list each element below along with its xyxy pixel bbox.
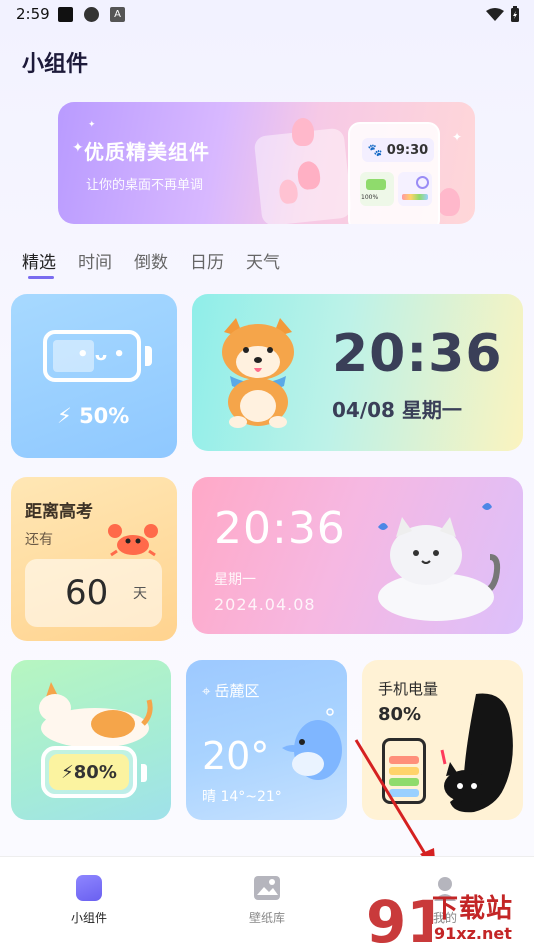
- exam-countdown-box: 60 天: [25, 559, 162, 627]
- phone-power-title: 手机电量: [378, 680, 439, 698]
- lightning-icon: ⚡: [57, 404, 72, 428]
- tab-featured[interactable]: 精选: [22, 248, 56, 273]
- sparkle-icon: ✦: [452, 130, 463, 144]
- battery-face-icon: • ᴗ •: [77, 344, 125, 365]
- notification-a-icon: A: [110, 7, 125, 22]
- weather-temperature: 20°: [202, 734, 270, 778]
- watermark-url: 91xz.net: [432, 924, 514, 943]
- mini-battery-icon: [366, 179, 386, 190]
- exam-countdown-unit: 天: [133, 586, 147, 602]
- exam-countdown-days: 60: [65, 573, 109, 613]
- nav-wallpapers-label: 壁纸库: [248, 911, 285, 925]
- page-title: 小组件: [22, 52, 89, 77]
- phone-power-percent: 80%: [378, 704, 422, 725]
- weather-location-text: 岳麓区: [214, 682, 260, 700]
- watermark-text: 下载站: [432, 894, 514, 924]
- shiba-dog-icon: [222, 318, 294, 428]
- tab-time[interactable]: 时间: [78, 248, 112, 273]
- tulip-icon: [438, 188, 460, 216]
- exam-countdown-widget-card[interactable]: 距离高考 还有 60 天: [11, 477, 177, 641]
- wifi-icon: [486, 7, 504, 21]
- cat-battery-outline: ⚡ 80%: [41, 746, 137, 798]
- battery-widget-card[interactable]: • ᴗ • ⚡ 50%: [11, 294, 177, 458]
- status-time: 2:59: [16, 5, 50, 23]
- tulip-icon: [278, 178, 299, 205]
- cat-battery-cap: [141, 764, 147, 782]
- ring-icon: [416, 176, 429, 189]
- sparkle-icon: ✦: [72, 140, 84, 156]
- widgets-icon: [76, 875, 102, 901]
- cat-clock-time: 20:36: [214, 503, 346, 554]
- status-bar: 2:59 A: [0, 0, 534, 30]
- banner-clock-time: 09:30: [386, 142, 429, 158]
- nav-widgets-label: 小组件: [70, 911, 107, 925]
- sleeping-cat-icon: [39, 682, 153, 748]
- weather-range: 晴 14°~21°: [202, 789, 282, 805]
- wallpaper-icon: [254, 876, 280, 900]
- cat-battery-percent: 80%: [73, 761, 117, 783]
- banner-battery-widget: 100%: [360, 172, 394, 206]
- shiba-clock-date: 04/08 星期一: [332, 398, 462, 422]
- tulip-icon: [292, 118, 314, 146]
- cat-battery-fill: ⚡ 80%: [49, 754, 129, 790]
- dolphin-icon: [282, 708, 342, 780]
- cat-battery-widget-card[interactable]: ⚡ 80%: [11, 660, 171, 820]
- banner-mini-widget: [398, 172, 432, 206]
- battery-percent: ⚡ 50%: [57, 404, 129, 428]
- color-bar-icon: [402, 194, 428, 200]
- shiba-clock-time: 20:36: [332, 324, 503, 384]
- weather-widget-card[interactable]: ⌖ 岳麓区 20° 晴 14°~21°: [186, 660, 347, 820]
- weather-location: ⌖ 岳麓区: [202, 680, 259, 701]
- battery-cap: [145, 346, 152, 366]
- annotation-arrow-icon: [354, 739, 436, 872]
- cat-clock-date: 2024.04.08: [214, 595, 316, 614]
- crab-icon: [108, 524, 158, 557]
- battery-status-icon: [511, 6, 519, 22]
- nav-widgets[interactable]: 小组件: [44, 875, 134, 926]
- banner-battery-text: 100%: [361, 194, 379, 201]
- sparkle-icon: ✦: [88, 120, 96, 130]
- notification-square-icon: [58, 7, 73, 22]
- cloud-cat-icon: [378, 503, 501, 621]
- status-right-icons: [486, 6, 520, 23]
- exam-countdown-title: 距离高考: [25, 502, 93, 522]
- banner-clock-widget: 🐾 09:30: [362, 138, 434, 162]
- tulip-icon: [296, 160, 322, 191]
- banner-subtitle: 让你的桌面不再单调: [86, 178, 204, 193]
- exam-countdown-sub: 还有: [25, 532, 53, 548]
- cat-clock-widget-card[interactable]: 20:36 星期一 2024.04.08: [192, 477, 523, 634]
- cat-clock-weekday: 星期一: [214, 572, 256, 588]
- shiba-clock-widget-card[interactable]: 20:36 04/08 星期一: [192, 294, 523, 451]
- paw-icon: 🐾: [367, 143, 383, 157]
- tab-countdown[interactable]: 倒数: [134, 248, 168, 273]
- category-tabs: 精选 时间 倒数 日历 天气: [22, 248, 280, 273]
- location-pin-icon: ⌖: [202, 681, 211, 700]
- lightning-icon: ⚡: [61, 761, 74, 783]
- notification-app-icon: [84, 7, 99, 22]
- promo-banner[interactable]: ✦ ✦ ✦ 优质精美组件 让你的桌面不再单调 🐾 09:30 100%: [58, 102, 475, 224]
- banner-title: 优质精美组件: [84, 140, 210, 164]
- tab-weather[interactable]: 天气: [246, 248, 280, 273]
- tab-active-indicator: [28, 276, 54, 279]
- nav-wallpapers[interactable]: 壁纸库: [222, 875, 312, 926]
- tab-calendar[interactable]: 日历: [190, 248, 224, 273]
- battery-percent-text: 50%: [79, 404, 130, 428]
